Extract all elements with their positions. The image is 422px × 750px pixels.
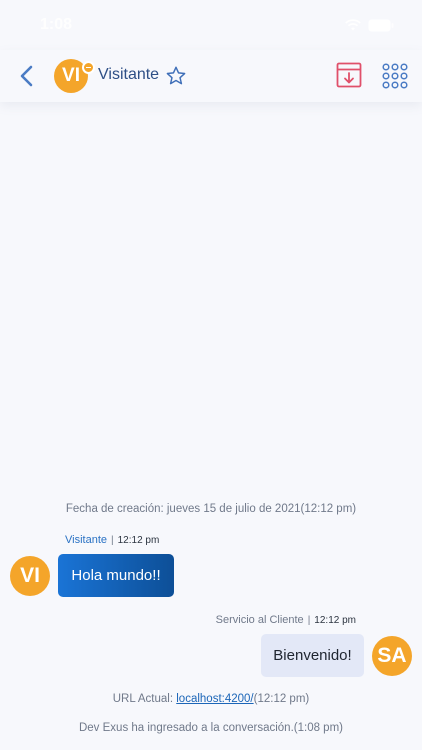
outgoing-message-meta: Servicio al Cliente | 12:12 pm (216, 614, 356, 626)
current-url-line: URL Actual: localhost:4200/(12:12 pm) (0, 693, 422, 705)
status-time: 1:08 (40, 16, 73, 33)
back-button[interactable] (16, 62, 40, 90)
current-url-link[interactable]: localhost:4200/ (176, 693, 253, 705)
creation-date-line: Fecha de creación: jueves 15 de julio de… (65, 503, 357, 515)
visitor-avatar: VI (10, 556, 50, 596)
status-bar: 1:08 (0, 0, 422, 50)
agent-joined-line: Dev Exus ha ingresado a la conversación.… (78, 722, 343, 734)
url-time: (12:12 pm) (253, 693, 310, 705)
archive-icon (336, 62, 362, 88)
archive-button[interactable] (336, 62, 362, 88)
star-icon (166, 66, 186, 85)
message-time: 12:12 pm (314, 614, 356, 626)
contact-name[interactable]: Visitante (98, 66, 159, 84)
outgoing-message-bubble[interactable]: Bienvenido! (261, 634, 364, 677)
incoming-message-bubble[interactable]: Hola mundo!! (58, 554, 174, 597)
apps-grid-icon (382, 63, 408, 89)
message-time: 12:12 pm (117, 534, 160, 546)
favorite-button[interactable] (165, 65, 187, 87)
url-prefix: URL Actual: (112, 693, 177, 705)
sender-name: Visitante (65, 534, 107, 546)
meta-separator: | (111, 534, 114, 546)
sender-name: Servicio al Cliente (215, 614, 304, 626)
apps-menu-button[interactable] (382, 63, 408, 89)
chat-header: VI Visitante (0, 50, 422, 102)
back-arrow-icon (20, 65, 33, 87)
wifi-icon (344, 18, 362, 32)
status-icons (344, 18, 394, 32)
agent-avatar: SA (372, 636, 412, 676)
incoming-message-meta: Visitante | 12:12 pm (65, 534, 159, 546)
presence-status-badge (82, 61, 95, 74)
battery-icon (368, 19, 394, 32)
meta-separator: | (307, 614, 311, 626)
